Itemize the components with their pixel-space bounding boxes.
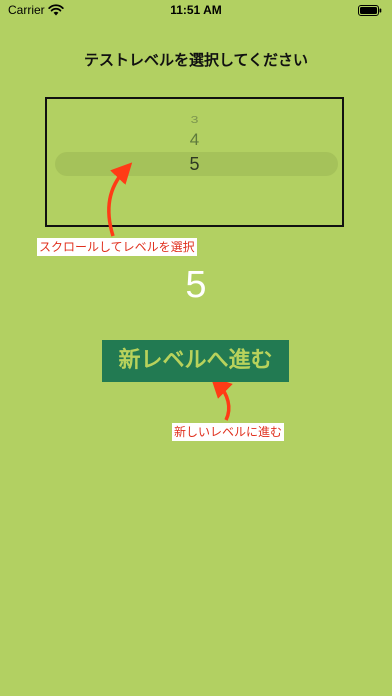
- next-level-button[interactable]: 新レベルへ進む: [102, 340, 289, 382]
- next-hint-label: 新しいレベルに進む: [172, 423, 285, 441]
- scroll-hint-label: スクロールしてレベルを選択: [37, 238, 197, 256]
- scroll-hint-arrow: [107, 162, 133, 237]
- next-hint-arrow: [210, 376, 233, 421]
- selected-level-display: 5: [185, 264, 207, 306]
